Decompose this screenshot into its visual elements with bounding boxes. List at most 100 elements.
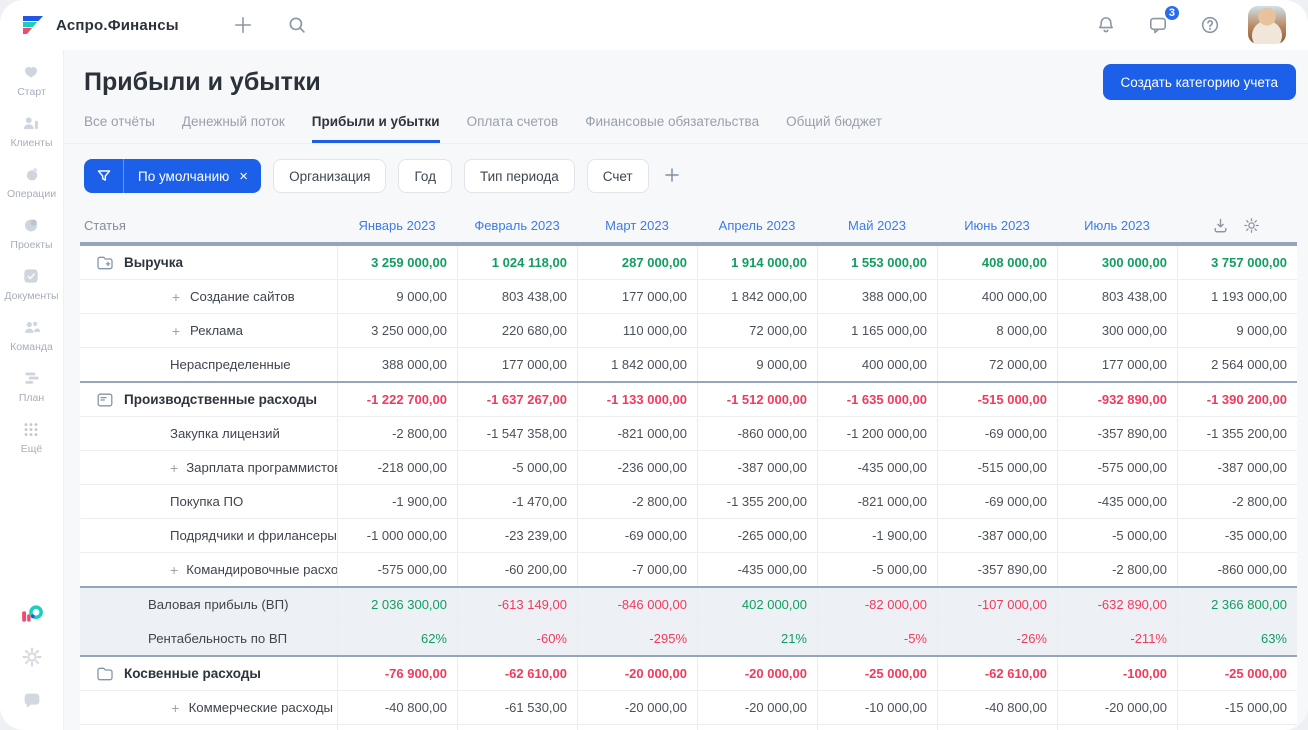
- row-label-cell[interactable]: Производственные расходы: [80, 383, 337, 416]
- filters-bar: По умолчанию × Организация Год Тип периода…: [64, 144, 1308, 206]
- month-column-header[interactable]: Январь 2023: [337, 208, 457, 242]
- add-filter-button[interactable]: [661, 164, 683, 189]
- create-category-button[interactable]: Создать категорию учета: [1102, 64, 1296, 100]
- row-label: Производственные расходы: [124, 392, 318, 407]
- expand-plus-icon[interactable]: +: [170, 562, 178, 578]
- expand-plus-icon[interactable]: +: [170, 289, 182, 305]
- month-column-header[interactable]: Июнь 2023: [937, 208, 1057, 242]
- report-tab[interactable]: Оплата счетов: [467, 114, 559, 143]
- row-label: Создание сайтов: [190, 289, 295, 304]
- value-cell: 2 366 800,00: [1177, 588, 1297, 621]
- value-cell: -40 800,00: [937, 691, 1057, 724]
- table-row: + Создание сайтов 9 000,00 803 438,00 177 00…: [80, 279, 1297, 313]
- add-icon: [234, 17, 251, 33]
- filter-chip[interactable]: Тип периода: [463, 159, 575, 193]
- month-column-header[interactable]: Май 2023: [817, 208, 937, 242]
- app-logo[interactable]: Аспро.Финансы: [20, 12, 179, 38]
- row-label-cell[interactable]: Покупка ПО: [80, 485, 337, 518]
- report-tab[interactable]: Общий бюджет: [786, 114, 882, 143]
- expand-plus-icon[interactable]: +: [170, 460, 178, 476]
- value-cell: -632 890,00: [1057, 588, 1177, 621]
- expand-plus-icon[interactable]: +: [170, 700, 181, 716]
- value-cell: -20 000,00: [697, 657, 817, 690]
- value-cell: -2 800,00: [577, 485, 697, 518]
- row-label-cell[interactable]: Выручка: [80, 246, 337, 279]
- folder-plus-icon: [97, 256, 113, 269]
- value-cell: -62 610,00: [457, 657, 577, 690]
- sidebar-item-label: Клиенты: [10, 137, 53, 149]
- row-label-cell[interactable]: Косвенные расходы: [80, 657, 337, 690]
- target-icon: [25, 219, 38, 232]
- filter-chip[interactable]: Год: [398, 159, 452, 193]
- value-cell: 1 024 118,00: [457, 246, 577, 279]
- row-label-cell[interactable]: Рентабельность по ВП: [80, 622, 337, 655]
- sidebar-item-plan[interactable]: План: [19, 368, 44, 404]
- row-label-cell[interactable]: + Создание сайтов: [80, 280, 337, 313]
- brand-mark-icon[interactable]: [21, 602, 43, 624]
- value-cell: 177 000,00: [457, 348, 577, 381]
- value-cell: 2 564 000,00: [1177, 348, 1297, 381]
- month-column-header[interactable]: Март 2023: [577, 208, 697, 242]
- close-icon[interactable]: ×: [237, 169, 261, 184]
- month-column-header[interactable]: Февраль 2023: [457, 208, 577, 242]
- note-icon: [97, 393, 113, 406]
- sidebar-item-documents[interactable]: Документы: [4, 266, 59, 302]
- row-label-cell[interactable]: + Зарплата программистов: [80, 451, 337, 484]
- report-tab[interactable]: Денежный поток: [182, 114, 285, 143]
- month-column-header[interactable]: Апрель 2023: [697, 208, 817, 242]
- help-button[interactable]: [1196, 11, 1224, 39]
- value-cell: -5%: [817, 622, 937, 655]
- row-label-cell[interactable]: Подрядчики и фрилансеры: [80, 519, 337, 552]
- value-cell: -2 800,00: [1057, 553, 1177, 586]
- value-cell: -435 000,00: [817, 451, 937, 484]
- report-tab[interactable]: Финансовые обязательства: [585, 114, 759, 143]
- row-label-cell[interactable]: Нераспределенные: [80, 348, 337, 381]
- value-cell: -1 200 000,00: [817, 417, 937, 450]
- value-cell: -1 355 200,00: [1177, 417, 1297, 450]
- bell-icon: [1099, 17, 1113, 33]
- settings-icon[interactable]: [21, 646, 43, 668]
- row-label-cell[interactable]: + Коммерческие расходы: [80, 691, 337, 724]
- sidebar-item-clients[interactable]: Клиенты: [10, 113, 53, 149]
- value-cell: -25 000,00: [1177, 657, 1297, 690]
- support-chat-icon[interactable]: [21, 690, 43, 712]
- row-label-cell[interactable]: + Командировочные расходы: [80, 553, 337, 586]
- month-column-header[interactable]: Июль 2023: [1057, 208, 1177, 242]
- messages-button[interactable]: 3: [1144, 4, 1181, 39]
- row-label-cell[interactable]: + Реклама: [80, 314, 337, 347]
- sidebar-item-projects[interactable]: Проекты: [10, 215, 53, 251]
- filter-chip[interactable]: Организация: [273, 159, 387, 193]
- value-cell: -575 000,00: [337, 553, 457, 586]
- row-label-cell[interactable]: +Управленческие расходы: [80, 725, 337, 730]
- gear-icon[interactable]: [1243, 217, 1260, 234]
- row-label: Подрядчики и фрилансеры: [170, 528, 337, 543]
- value-cell: 63%: [1177, 622, 1297, 655]
- row-label: Валовая прибыль (ВП): [148, 597, 289, 612]
- active-filter-pill[interactable]: По умолчанию ×: [84, 159, 262, 193]
- value-cell: -36 100,00: [337, 725, 457, 730]
- value-cell: -435 000,00: [1057, 485, 1177, 518]
- sidebar-item-team[interactable]: Команда: [10, 317, 53, 353]
- download-icon[interactable]: [1212, 217, 1229, 234]
- value-cell: -295%: [577, 622, 697, 655]
- value-cell: -211%: [1057, 622, 1177, 655]
- search-button[interactable]: [283, 11, 311, 39]
- filter-chip[interactable]: Счет: [586, 159, 649, 193]
- sidebar-item-start[interactable]: Старт: [17, 62, 46, 98]
- table-row: + Реклама 3 250 000,00 220 680,00 110 000,00…: [80, 313, 1297, 347]
- value-cell: -613 149,00: [457, 588, 577, 621]
- value-cell: -20 000,00: [697, 691, 817, 724]
- report-tab[interactable]: Прибыли и убытки: [311, 114, 440, 143]
- value-cell: -20 000,00: [577, 657, 697, 690]
- sidebar-item-operations[interactable]: Операции: [7, 164, 56, 200]
- notifications-button[interactable]: [1092, 11, 1120, 39]
- add-button[interactable]: [229, 11, 257, 39]
- value-cell: 1 842 000,00: [697, 280, 817, 313]
- user-avatar[interactable]: [1248, 6, 1286, 44]
- row-label-cell[interactable]: Закупка лицензий: [80, 417, 337, 450]
- row-label-cell[interactable]: Валовая прибыль (ВП): [80, 588, 337, 621]
- value-cell: -860 000,00: [697, 417, 817, 450]
- report-tab[interactable]: Все отчёты: [84, 114, 155, 143]
- expand-plus-icon[interactable]: +: [170, 323, 182, 339]
- sidebar-item-more[interactable]: Ещё: [21, 419, 42, 455]
